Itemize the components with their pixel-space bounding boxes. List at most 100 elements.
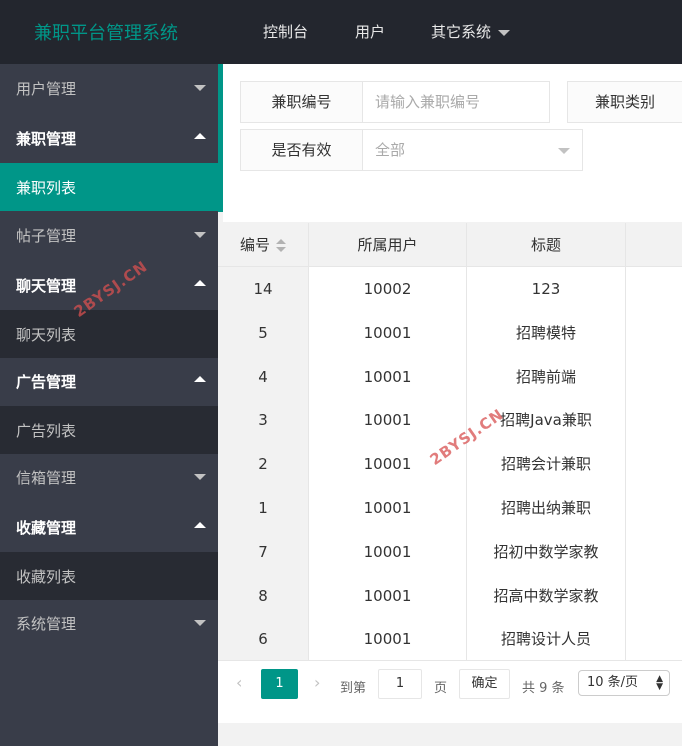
chevron-down-icon — [194, 232, 206, 238]
column-header-user: 所属用户 — [309, 223, 467, 267]
cell-title: 招聘出纳兼职 — [467, 486, 626, 530]
column-header-extra — [626, 223, 682, 267]
column-header-title: 标题 — [467, 223, 626, 267]
table-row[interactable]: 1 10001 招聘出纳兼职 — [218, 486, 682, 530]
cell-title: 招聘模特 — [467, 310, 626, 355]
sidebar-item-label: 收藏列表 — [16, 568, 77, 586]
cell-id: 1 — [218, 486, 309, 530]
pagination: ‹ 1 › 到第 1 页 确定 共 9 条 10 条/页 ▲ ▼ — [218, 660, 682, 710]
chevron-down-icon — [194, 85, 206, 91]
goto-page-input[interactable]: 1 — [378, 669, 422, 699]
job-id-input[interactable]: 请输入兼职编号 — [363, 81, 550, 123]
is-valid-select[interactable]: 全部 — [363, 129, 583, 171]
sidebar-item-mailbox-management[interactable]: 信箱管理 — [0, 453, 218, 501]
sidebar-item-label: 广告列表 — [16, 422, 77, 440]
sidebar-item-job-management[interactable]: 兼职管理 — [0, 114, 218, 162]
sidebar-item-label: 信箱管理 — [16, 469, 77, 487]
chevron-up-icon — [194, 133, 206, 139]
top-header: 兼职平台管理系统 控制台 用户 其它系统 — [0, 0, 682, 64]
page-size-select[interactable]: 10 条/页 ▲ ▼ — [578, 670, 670, 696]
cell-extra — [626, 573, 682, 618]
chevron-up-icon — [194, 376, 206, 382]
sidebar-item-label: 用户管理 — [16, 80, 77, 98]
sidebar-item-label: 收藏管理 — [16, 519, 77, 537]
sidebar-item-favorites-list[interactable]: 收藏列表 — [0, 552, 218, 600]
cell-id: 8 — [218, 573, 309, 618]
table-row[interactable]: 4 10001 招聘前端 — [218, 354, 682, 399]
goto-confirm-button[interactable]: 确定 — [459, 669, 510, 699]
cell-user: 10001 — [309, 486, 467, 530]
sidebar-item-label: 兼职管理 — [16, 130, 77, 148]
cell-id: 4 — [218, 354, 309, 399]
cell-extra — [626, 529, 682, 574]
cell-extra — [626, 310, 682, 355]
nav-other-systems[interactable]: 其它系统 — [431, 21, 511, 42]
sidebar-item-label: 兼职列表 — [16, 179, 77, 197]
cell-title: 招聘设计人员 — [467, 617, 626, 662]
cell-title: 招初中数学家教 — [467, 529, 626, 574]
cell-title: 招聘前端 — [467, 354, 626, 399]
total-count: 共 9 条 — [522, 681, 565, 696]
is-valid-label: 是否有效 — [240, 129, 363, 171]
cell-user: 10001 — [309, 617, 467, 662]
main-content: 兼职编号 请输入兼职编号 兼职类别 是否有效 全部 编号 所属用户 标题 14 1… — [218, 64, 682, 746]
page-unit-label: 页 — [434, 681, 448, 696]
sidebar-item-favorites-management[interactable]: 收藏管理 — [0, 503, 218, 551]
column-header-id-label: 编号 — [239, 236, 270, 254]
nav-users[interactable]: 用户 — [355, 21, 385, 42]
sidebar-item-label: 聊天管理 — [16, 277, 77, 295]
nav-console[interactable]: 控制台 — [263, 21, 308, 42]
column-header-id[interactable]: 编号 — [218, 223, 309, 267]
chevron-up-icon — [194, 522, 206, 528]
job-table: 编号 所属用户 标题 14 10002 123 5 10001 招聘模特 4 10001 招聘前… — [218, 223, 682, 723]
cell-title: 招聘会计兼职 — [467, 442, 626, 487]
cell-id: 14 — [218, 267, 309, 311]
table-header: 编号 所属用户 标题 — [218, 223, 682, 267]
cell-user: 10002 — [309, 267, 467, 311]
table-row[interactable]: 5 10001 招聘模特 — [218, 310, 682, 355]
cell-user: 10001 — [309, 573, 467, 618]
table-row[interactable]: 7 10001 招初中数学家教 — [218, 529, 682, 574]
table-row[interactable]: 6 10001 招聘设计人员 — [218, 617, 682, 662]
sidebar-item-label: 系统管理 — [16, 615, 77, 633]
job-category-label: 兼职类别 — [567, 81, 682, 123]
cell-id: 7 — [218, 529, 309, 574]
cell-title: 123 — [467, 267, 626, 311]
sort-icon[interactable] — [276, 238, 286, 253]
filter-form: 兼职编号 请输入兼职编号 兼职类别 是否有效 全部 — [223, 64, 682, 222]
page-size-value: 10 条/页 — [587, 675, 639, 690]
sidebar-item-system-management[interactable]: 系统管理 — [0, 599, 218, 647]
goto-label: 到第 — [340, 681, 367, 696]
chevron-down-icon — [558, 148, 570, 154]
table-row[interactable]: 8 10001 招高中数学家教 — [218, 573, 682, 618]
cell-extra — [626, 486, 682, 530]
next-page-button[interactable]: › — [314, 673, 320, 692]
cell-user: 10001 — [309, 310, 467, 355]
is-valid-value: 全部 — [375, 141, 406, 159]
sidebar-item-ad-list[interactable]: 广告列表 — [0, 406, 218, 454]
sidebar-item-ad-management[interactable]: 广告管理 — [0, 357, 218, 405]
sidebar-item-user-management[interactable]: 用户管理 — [0, 64, 218, 112]
sidebar-item-post-management[interactable]: 帖子管理 — [0, 211, 218, 259]
nav-other-systems-label: 其它系统 — [431, 23, 492, 41]
cell-extra — [626, 354, 682, 399]
cell-id: 3 — [218, 398, 309, 443]
cell-title: 招高中数学家教 — [467, 573, 626, 618]
sidebar-item-job-list[interactable]: 兼职列表 — [0, 163, 223, 211]
chevron-down-icon — [498, 29, 511, 36]
cell-extra — [626, 398, 682, 443]
app-brand: 兼职平台管理系统 — [34, 23, 178, 44]
table-row[interactable]: 14 10002 123 — [218, 267, 682, 311]
sidebar-item-chat-list[interactable]: 聊天列表 — [0, 310, 218, 358]
cell-id: 6 — [218, 617, 309, 662]
sidebar-item-label: 帖子管理 — [16, 227, 77, 245]
sidebar-item-label: 聊天列表 — [16, 326, 77, 344]
chevron-down-icon — [194, 474, 206, 480]
chevron-up-icon — [194, 280, 206, 286]
current-page-button[interactable]: 1 — [261, 669, 298, 699]
table-row[interactable]: 3 10001 招聘Java兼职 — [218, 398, 682, 443]
cell-extra — [626, 442, 682, 487]
cell-id: 5 — [218, 310, 309, 355]
select-arrows-icon: ▲ ▼ — [656, 674, 663, 692]
prev-page-button[interactable]: ‹ — [236, 673, 242, 692]
